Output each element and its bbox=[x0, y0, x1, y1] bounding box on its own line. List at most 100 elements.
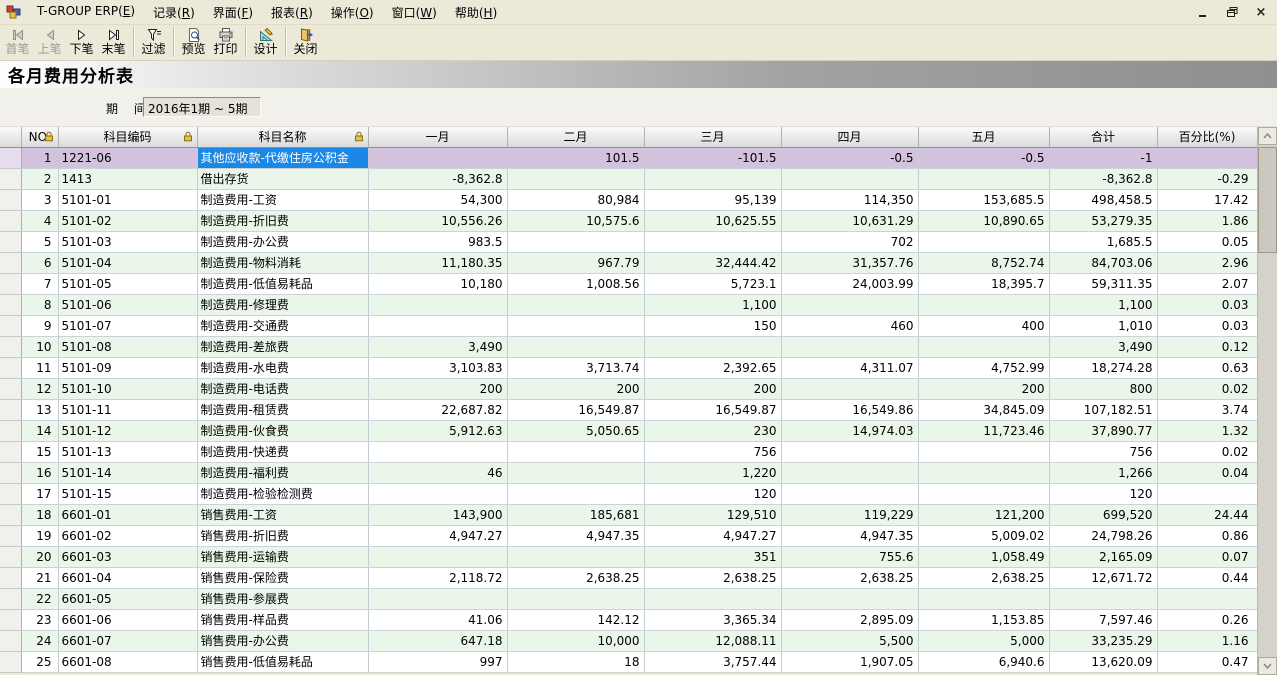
cell-m1[interactable]: 200 bbox=[368, 378, 507, 399]
cell-m5[interactable]: 1,153.85 bbox=[918, 609, 1049, 630]
cell-total[interactable]: 699,520 bbox=[1049, 504, 1157, 525]
cell-no[interactable]: 1 bbox=[21, 147, 58, 168]
cell-total[interactable]: 1,266 bbox=[1049, 462, 1157, 483]
cell-no[interactable]: 12 bbox=[21, 378, 58, 399]
cell-m2[interactable] bbox=[507, 546, 644, 567]
cell-total[interactable]: 84,703.06 bbox=[1049, 252, 1157, 273]
cell-m3[interactable]: 129,510 bbox=[644, 504, 781, 525]
cell-no[interactable]: 3 bbox=[21, 189, 58, 210]
cell-name[interactable]: 制造费用-检验检测费 bbox=[197, 483, 368, 504]
cell-percent[interactable]: 0.02 bbox=[1157, 441, 1257, 462]
cell-m5[interactable]: 153,685.5 bbox=[918, 189, 1049, 210]
cell-total[interactable]: 18,274.28 bbox=[1049, 357, 1157, 378]
col-total[interactable]: 合计 bbox=[1049, 127, 1157, 147]
cell-m3[interactable]: 756 bbox=[644, 441, 781, 462]
cell-name[interactable]: 销售费用-参展费 bbox=[197, 588, 368, 609]
cell-code[interactable]: 5101-11 bbox=[58, 399, 197, 420]
cell-percent[interactable]: 1.86 bbox=[1157, 210, 1257, 231]
cell-no[interactable]: 19 bbox=[21, 525, 58, 546]
cell-no[interactable]: 17 bbox=[21, 483, 58, 504]
preview-button[interactable]: 预览 bbox=[178, 26, 209, 56]
cell-no[interactable]: 5 bbox=[21, 231, 58, 252]
cell-m2[interactable]: 3,713.74 bbox=[507, 357, 644, 378]
cell-code[interactable]: 6601-04 bbox=[58, 567, 197, 588]
cell-m2[interactable] bbox=[507, 441, 644, 462]
cell-code[interactable]: 6601-02 bbox=[58, 525, 197, 546]
cell-name[interactable]: 制造费用-差旅费 bbox=[197, 336, 368, 357]
cell-m5[interactable]: 8,752.74 bbox=[918, 252, 1049, 273]
design-button[interactable]: 设计 bbox=[250, 26, 281, 56]
cell-m3[interactable]: 351 bbox=[644, 546, 781, 567]
cell-total[interactable]: 24,798.26 bbox=[1049, 525, 1157, 546]
cell-total[interactable]: -8,362.8 bbox=[1049, 168, 1157, 189]
cell-total[interactable]: 33,235.29 bbox=[1049, 630, 1157, 651]
cell-no[interactable]: 2 bbox=[21, 168, 58, 189]
cell-m4[interactable]: 755.6 bbox=[781, 546, 918, 567]
cell-total[interactable] bbox=[1049, 588, 1157, 609]
col-percent[interactable]: 百分比(%) bbox=[1157, 127, 1257, 147]
cell-name[interactable]: 制造费用-水电费 bbox=[197, 357, 368, 378]
cell-m2[interactable] bbox=[507, 462, 644, 483]
cell-percent[interactable]: 2.07 bbox=[1157, 273, 1257, 294]
cell-code[interactable]: 5101-08 bbox=[58, 336, 197, 357]
cell-m1[interactable]: 3,103.83 bbox=[368, 357, 507, 378]
cell-no[interactable]: 7 bbox=[21, 273, 58, 294]
cell-m2[interactable] bbox=[507, 588, 644, 609]
cell-total[interactable]: 120 bbox=[1049, 483, 1157, 504]
cell-m4[interactable]: 2,895.09 bbox=[781, 609, 918, 630]
menu-interface[interactable]: 界面(F) bbox=[204, 1, 262, 24]
menu-operation[interactable]: 操作(O) bbox=[322, 1, 383, 24]
cell-m2[interactable]: 10,000 bbox=[507, 630, 644, 651]
menu-record[interactable]: 记录(R) bbox=[144, 1, 204, 24]
cell-percent[interactable]: 0.86 bbox=[1157, 525, 1257, 546]
cell-m2[interactable]: 200 bbox=[507, 378, 644, 399]
cell-name[interactable]: 制造费用-伙食费 bbox=[197, 420, 368, 441]
cell-no[interactable]: 18 bbox=[21, 504, 58, 525]
cell-m4[interactable] bbox=[781, 336, 918, 357]
cell-code[interactable]: 5101-01 bbox=[58, 189, 197, 210]
cell-code[interactable]: 6601-07 bbox=[58, 630, 197, 651]
cell-code[interactable]: 5101-09 bbox=[58, 357, 197, 378]
cell-m4[interactable]: 460 bbox=[781, 315, 918, 336]
col-name[interactable]: 科目名称 bbox=[197, 127, 368, 147]
cell-code[interactable]: 5101-03 bbox=[58, 231, 197, 252]
cell-m3[interactable] bbox=[644, 336, 781, 357]
cell-total[interactable]: 2,165.09 bbox=[1049, 546, 1157, 567]
cell-total[interactable]: 3,490 bbox=[1049, 336, 1157, 357]
cell-m3[interactable]: 150 bbox=[644, 315, 781, 336]
close-window-button[interactable]: × bbox=[1255, 5, 1267, 19]
cell-name[interactable]: 制造费用-折旧费 bbox=[197, 210, 368, 231]
cell-m1[interactable]: 5,912.63 bbox=[368, 420, 507, 441]
cell-code[interactable]: 5101-15 bbox=[58, 483, 197, 504]
cell-no[interactable]: 20 bbox=[21, 546, 58, 567]
cell-name[interactable]: 制造费用-工资 bbox=[197, 189, 368, 210]
cell-m3[interactable]: 95,139 bbox=[644, 189, 781, 210]
print-button[interactable]: 打印 bbox=[210, 26, 241, 56]
cell-m1[interactable]: 10,556.26 bbox=[368, 210, 507, 231]
cell-percent[interactable]: 0.63 bbox=[1157, 357, 1257, 378]
cell-percent[interactable] bbox=[1157, 483, 1257, 504]
cell-no[interactable]: 6 bbox=[21, 252, 58, 273]
cell-m3[interactable]: 12,088.11 bbox=[644, 630, 781, 651]
cell-m5[interactable]: 400 bbox=[918, 315, 1049, 336]
menu-tgroup-erp[interactable]: T-GROUP ERP(E) bbox=[28, 1, 144, 24]
cell-code[interactable]: 5101-06 bbox=[58, 294, 197, 315]
minimize-button[interactable] bbox=[1197, 5, 1209, 19]
cell-m2[interactable]: 5,050.65 bbox=[507, 420, 644, 441]
cell-m1[interactable]: 54,300 bbox=[368, 189, 507, 210]
cell-code[interactable]: 5101-10 bbox=[58, 378, 197, 399]
col-m1[interactable]: 一月 bbox=[368, 127, 507, 147]
cell-percent[interactable] bbox=[1157, 147, 1257, 168]
col-m2[interactable]: 二月 bbox=[507, 127, 644, 147]
cell-total[interactable]: -1 bbox=[1049, 147, 1157, 168]
menu-window[interactable]: 窗口(W) bbox=[383, 1, 446, 24]
cell-no[interactable]: 23 bbox=[21, 609, 58, 630]
col-m3[interactable]: 三月 bbox=[644, 127, 781, 147]
cell-m3[interactable]: 3,365.34 bbox=[644, 609, 781, 630]
cell-percent[interactable]: -0.29 bbox=[1157, 168, 1257, 189]
cell-name[interactable]: 制造费用-修理费 bbox=[197, 294, 368, 315]
cell-no[interactable]: 21 bbox=[21, 567, 58, 588]
cell-m4[interactable]: 702 bbox=[781, 231, 918, 252]
cell-m1[interactable]: 10,180 bbox=[368, 273, 507, 294]
cell-m1[interactable] bbox=[368, 294, 507, 315]
